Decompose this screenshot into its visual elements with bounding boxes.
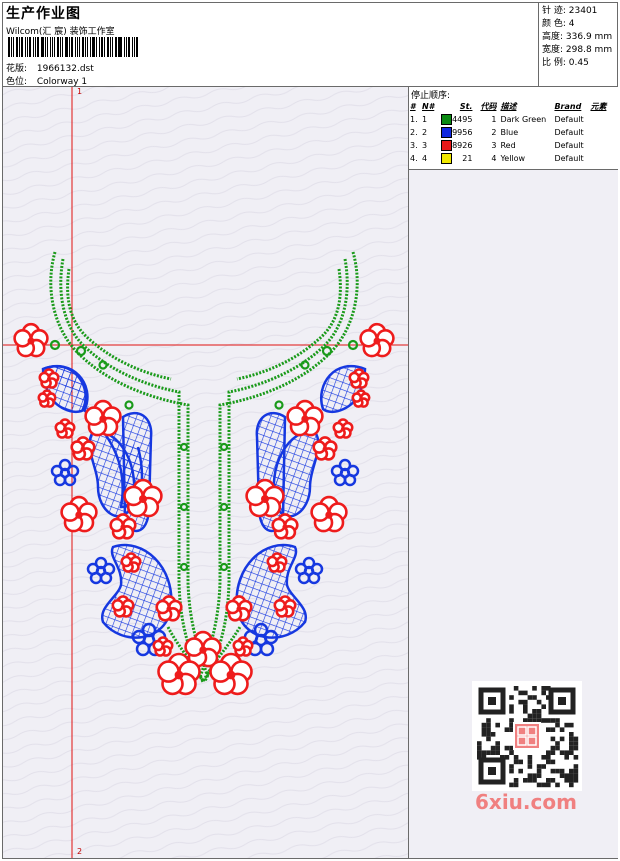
stat-height: 高度: 336.9 mm	[542, 32, 613, 42]
red-flower	[120, 552, 142, 573]
stat-colors: 颜 色: 4	[542, 19, 575, 29]
red-flower	[312, 436, 338, 461]
pattern-label: 花版:	[6, 64, 28, 74]
design-stats-panel: 针 迹: 23401 颜 色: 4 高度: 336.9 mm 宽度: 298.8…	[538, 2, 618, 86]
red-flower	[332, 418, 354, 439]
red-flower	[54, 418, 76, 439]
pattern-line: 花版: 1966132.dst	[6, 61, 94, 74]
stop-table-header: # N# St. 代码 描述 Brand 元素	[410, 102, 607, 111]
stat-width: 宽度: 298.8 mm	[542, 45, 613, 55]
qr-code	[472, 681, 582, 791]
embroidery-design	[3, 87, 408, 858]
red-flower	[152, 636, 174, 657]
red-flower	[273, 595, 297, 618]
red-flower	[37, 389, 57, 408]
stop-row: 1. 1 4495 1 Dark Green Default	[410, 114, 584, 125]
color-swatch	[441, 153, 453, 164]
sheet-title: 生产作业图	[6, 6, 81, 22]
pattern-value: 1966132.dst	[36, 64, 94, 74]
stat-scale: 比 例: 0.45	[542, 58, 589, 68]
red-flower	[232, 636, 254, 657]
stop-sequence-box: 停止顺序: # N# St. 代码 描述 Brand 元素 1. 1 4495 1 Da…	[409, 87, 618, 170]
red-flower	[351, 389, 371, 408]
red-flower	[348, 368, 370, 389]
stat-stitches: 针 迹: 23401	[542, 6, 598, 16]
watermark-text: 6xiu.com	[475, 790, 577, 814]
red-flower	[70, 436, 96, 461]
red-flower	[38, 368, 60, 389]
stop-row: 2. 2 9956 2 Blue Default	[410, 127, 584, 138]
color-swatch	[441, 140, 453, 151]
guide-marker-top: 1	[77, 87, 83, 96]
stop-row: 3. 3 8926 3 Red Default	[410, 140, 584, 151]
stop-sequence-table: # N# St. 代码 描述 Brand 元素 1. 1 4495 1 Dark Gre…	[410, 100, 606, 165]
color-swatch	[441, 127, 453, 138]
red-flower	[111, 595, 135, 618]
design-preview: 1 2	[3, 87, 409, 858]
color-swatch	[441, 114, 453, 125]
studio-name: Wilcom(汇 宸) 装饰工作室	[6, 27, 115, 37]
guide-marker-bottom: 2	[77, 847, 83, 856]
stop-sequence-panel: 停止顺序: # N# St. 代码 描述 Brand 元素 1. 1 4495 1 Da…	[409, 87, 618, 858]
barcode	[8, 37, 140, 57]
stop-row: 4. 4 21 4 Yellow Default	[410, 153, 584, 164]
red-flower	[266, 552, 288, 573]
